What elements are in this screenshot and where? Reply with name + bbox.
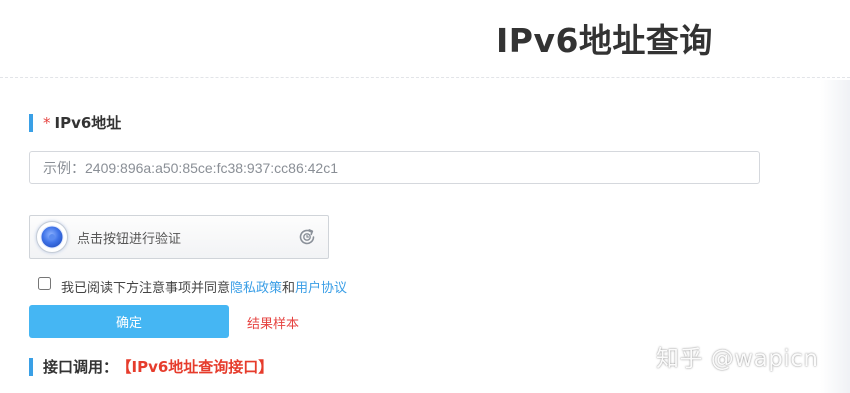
watermark: 知乎 @wapicn <box>656 346 819 372</box>
refresh-icon[interactable] <box>296 226 318 248</box>
required-mark: * <box>43 114 51 132</box>
ipv6-address-label-text: IPv6地址 <box>54 114 122 132</box>
privacy-policy-link[interactable]: 隐私政策 <box>230 281 282 296</box>
page-title: IPv6地址查询 <box>496 21 713 60</box>
user-agreement-link[interactable]: 用户协议 <box>295 281 347 296</box>
captcha-text: 点击按钮进行验证 <box>77 232 182 247</box>
right-edge-shade <box>820 80 850 393</box>
header-divider <box>0 77 850 78</box>
agreement-prefix: 我已阅读下方注意事项并同意 <box>61 281 231 296</box>
ipv6-address-label: * IPv6地址 <box>29 114 121 132</box>
captcha-slider-icon[interactable] <box>36 221 68 253</box>
api-label-text: 接口调用： <box>43 358 119 376</box>
agreement-text: 我已阅读下方注意事项并同意隐私政策和用户协议 <box>61 277 347 296</box>
agreement-checkbox[interactable] <box>38 277 51 290</box>
ipv6-api-link[interactable]: 【IPv6地址查询接口】 <box>124 358 273 376</box>
agreement-connector: 和 <box>282 281 296 296</box>
result-sample-link[interactable]: 结果样本 <box>247 313 299 332</box>
confirm-button[interactable]: 确定 <box>29 305 229 338</box>
ipv6-address-input[interactable] <box>29 151 760 184</box>
captcha-verify-button[interactable]: 点击按钮进行验证 <box>29 215 329 259</box>
page: IPv6地址查询 *IPv6地址 点击按钮进行验证 <box>0 0 850 393</box>
api-section-label: 接口调用： 【IPv6地址查询接口】 <box>29 358 273 376</box>
